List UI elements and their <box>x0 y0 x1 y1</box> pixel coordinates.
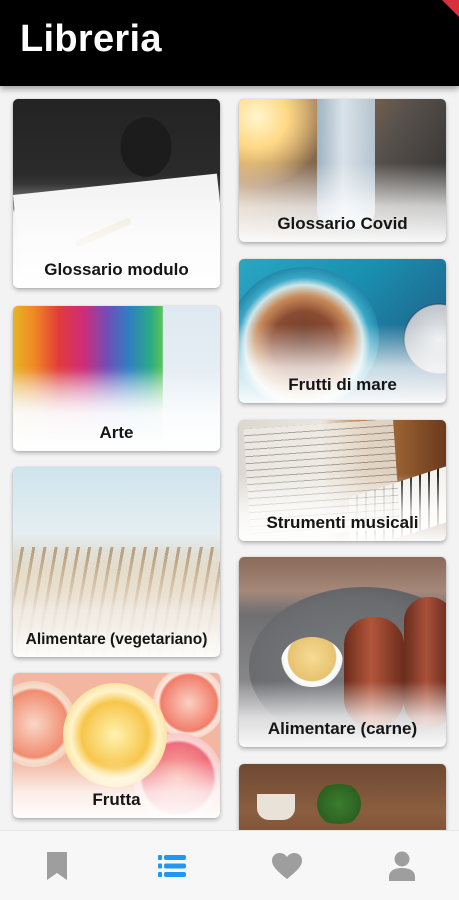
card-label: Frutti di mare <box>288 375 397 394</box>
card-alimentare-carne[interactable]: Alimentare (carne) <box>239 557 446 747</box>
debug-banner <box>439 0 459 20</box>
card-arte[interactable]: Arte <box>13 306 220 451</box>
app-bar: Libreria <box>0 0 459 86</box>
nav-item-bookmarks[interactable] <box>0 831 114 900</box>
card-label: Glossario Covid <box>277 214 408 233</box>
card-partial[interactable] <box>239 764 446 830</box>
card-image <box>239 764 446 830</box>
bottom-navigation <box>0 830 459 900</box>
nav-item-favorites[interactable] <box>230 831 344 900</box>
card-label: Glossario modulo <box>44 260 189 279</box>
person-icon <box>389 851 415 881</box>
card-frutta[interactable]: Frutta <box>13 673 220 818</box>
page-title: Libreria <box>20 18 162 60</box>
card-label: Alimentare (vegetariano) <box>25 631 208 648</box>
card-label: Strumenti musicali <box>266 513 419 532</box>
card-frutti-di-mare[interactable]: Frutti di mare <box>239 259 446 403</box>
card-strumenti-musicali[interactable]: Strumenti musicali <box>239 420 446 541</box>
card-glossario-modulo[interactable]: Glossario modulo <box>13 99 220 288</box>
card-glossario-covid[interactable]: Glossario Covid <box>239 99 446 242</box>
heart-icon <box>272 853 302 879</box>
card-alimentare-vegetariano[interactable]: Alimentare (vegetariano) <box>13 467 220 657</box>
bookmark-icon <box>46 852 68 880</box>
nav-item-library[interactable] <box>115 831 229 900</box>
card-label: Frutta <box>92 790 141 809</box>
card-label: Arte <box>99 423 134 442</box>
library-grid[interactable]: Glossario modulo Arte Alimentare (vegeta… <box>0 86 459 830</box>
nav-item-profile[interactable] <box>345 831 459 900</box>
card-label: Alimentare (carne) <box>267 719 418 738</box>
list-icon <box>158 854 186 878</box>
